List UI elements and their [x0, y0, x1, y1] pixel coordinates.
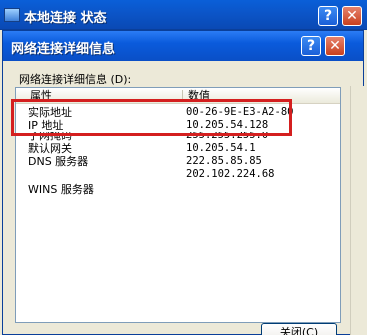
row-value: 255.255.255.0: [186, 132, 269, 141]
parent-window-edge: [350, 86, 367, 335]
details-list-label: 网络连接详细信息 (D):: [19, 73, 132, 86]
row-property: DNS 服务器: [28, 155, 89, 168]
parent-help-button[interactable]: ?: [318, 6, 338, 26]
list-row[interactable]: IP 地址 10.205.54.128: [16, 119, 340, 132]
network-details-dialog: 网络连接详细信息 ? ✕ 网络连接详细信息 (D): 属性 数值 实际地址 00…: [2, 30, 364, 335]
list-row[interactable]: 默认网关 10.205.54.1: [16, 142, 340, 155]
row-property: 实际地址: [28, 106, 72, 119]
list-row[interactable]: 202.102.224.68: [16, 168, 340, 181]
parent-close-button[interactable]: ✕: [342, 6, 362, 26]
list-row[interactable]: 子网掩码 255.255.255.0: [16, 132, 340, 142]
parent-window-titlebar[interactable]: 本地连接 状态 ? ✕: [0, 0, 367, 30]
row-value: 00-26-9E-E3-A2-80: [186, 106, 294, 118]
row-property: 子网掩码: [28, 132, 72, 142]
dialog-title: 网络连接详细信息: [11, 42, 116, 57]
row-property: IP 地址: [28, 119, 64, 132]
list-row[interactable]: WINS 服务器: [16, 183, 340, 196]
close-button[interactable]: 关闭(C): [261, 323, 337, 335]
row-value: 10.205.54.128: [186, 119, 269, 131]
list-row[interactable]: 实际地址 00-26-9E-E3-A2-80: [16, 106, 340, 119]
row-value: 10.205.54.1: [186, 142, 256, 154]
network-connection-icon: [4, 8, 20, 22]
row-property: 默认网关: [28, 142, 72, 155]
dialog-close-button[interactable]: ✕: [325, 36, 345, 56]
row-value: 222.85.85.85: [186, 155, 262, 167]
details-list[interactable]: 属性 数值 实际地址 00-26-9E-E3-A2-80 IP 地址 10.20…: [15, 87, 341, 323]
list-header: 属性 数值: [16, 88, 340, 104]
list-row[interactable]: DNS 服务器 222.85.85.85: [16, 155, 340, 168]
dialog-titlebar[interactable]: 网络连接详细信息 ? ✕: [3, 31, 363, 61]
parent-window-title: 本地连接 状态: [24, 11, 107, 26]
row-property: WINS 服务器: [28, 183, 94, 196]
dialog-help-button[interactable]: ?: [301, 36, 321, 56]
row-value: 202.102.224.68: [186, 168, 275, 180]
column-header-property[interactable]: 属性: [24, 88, 52, 104]
column-header-value[interactable]: 数值: [182, 88, 210, 104]
